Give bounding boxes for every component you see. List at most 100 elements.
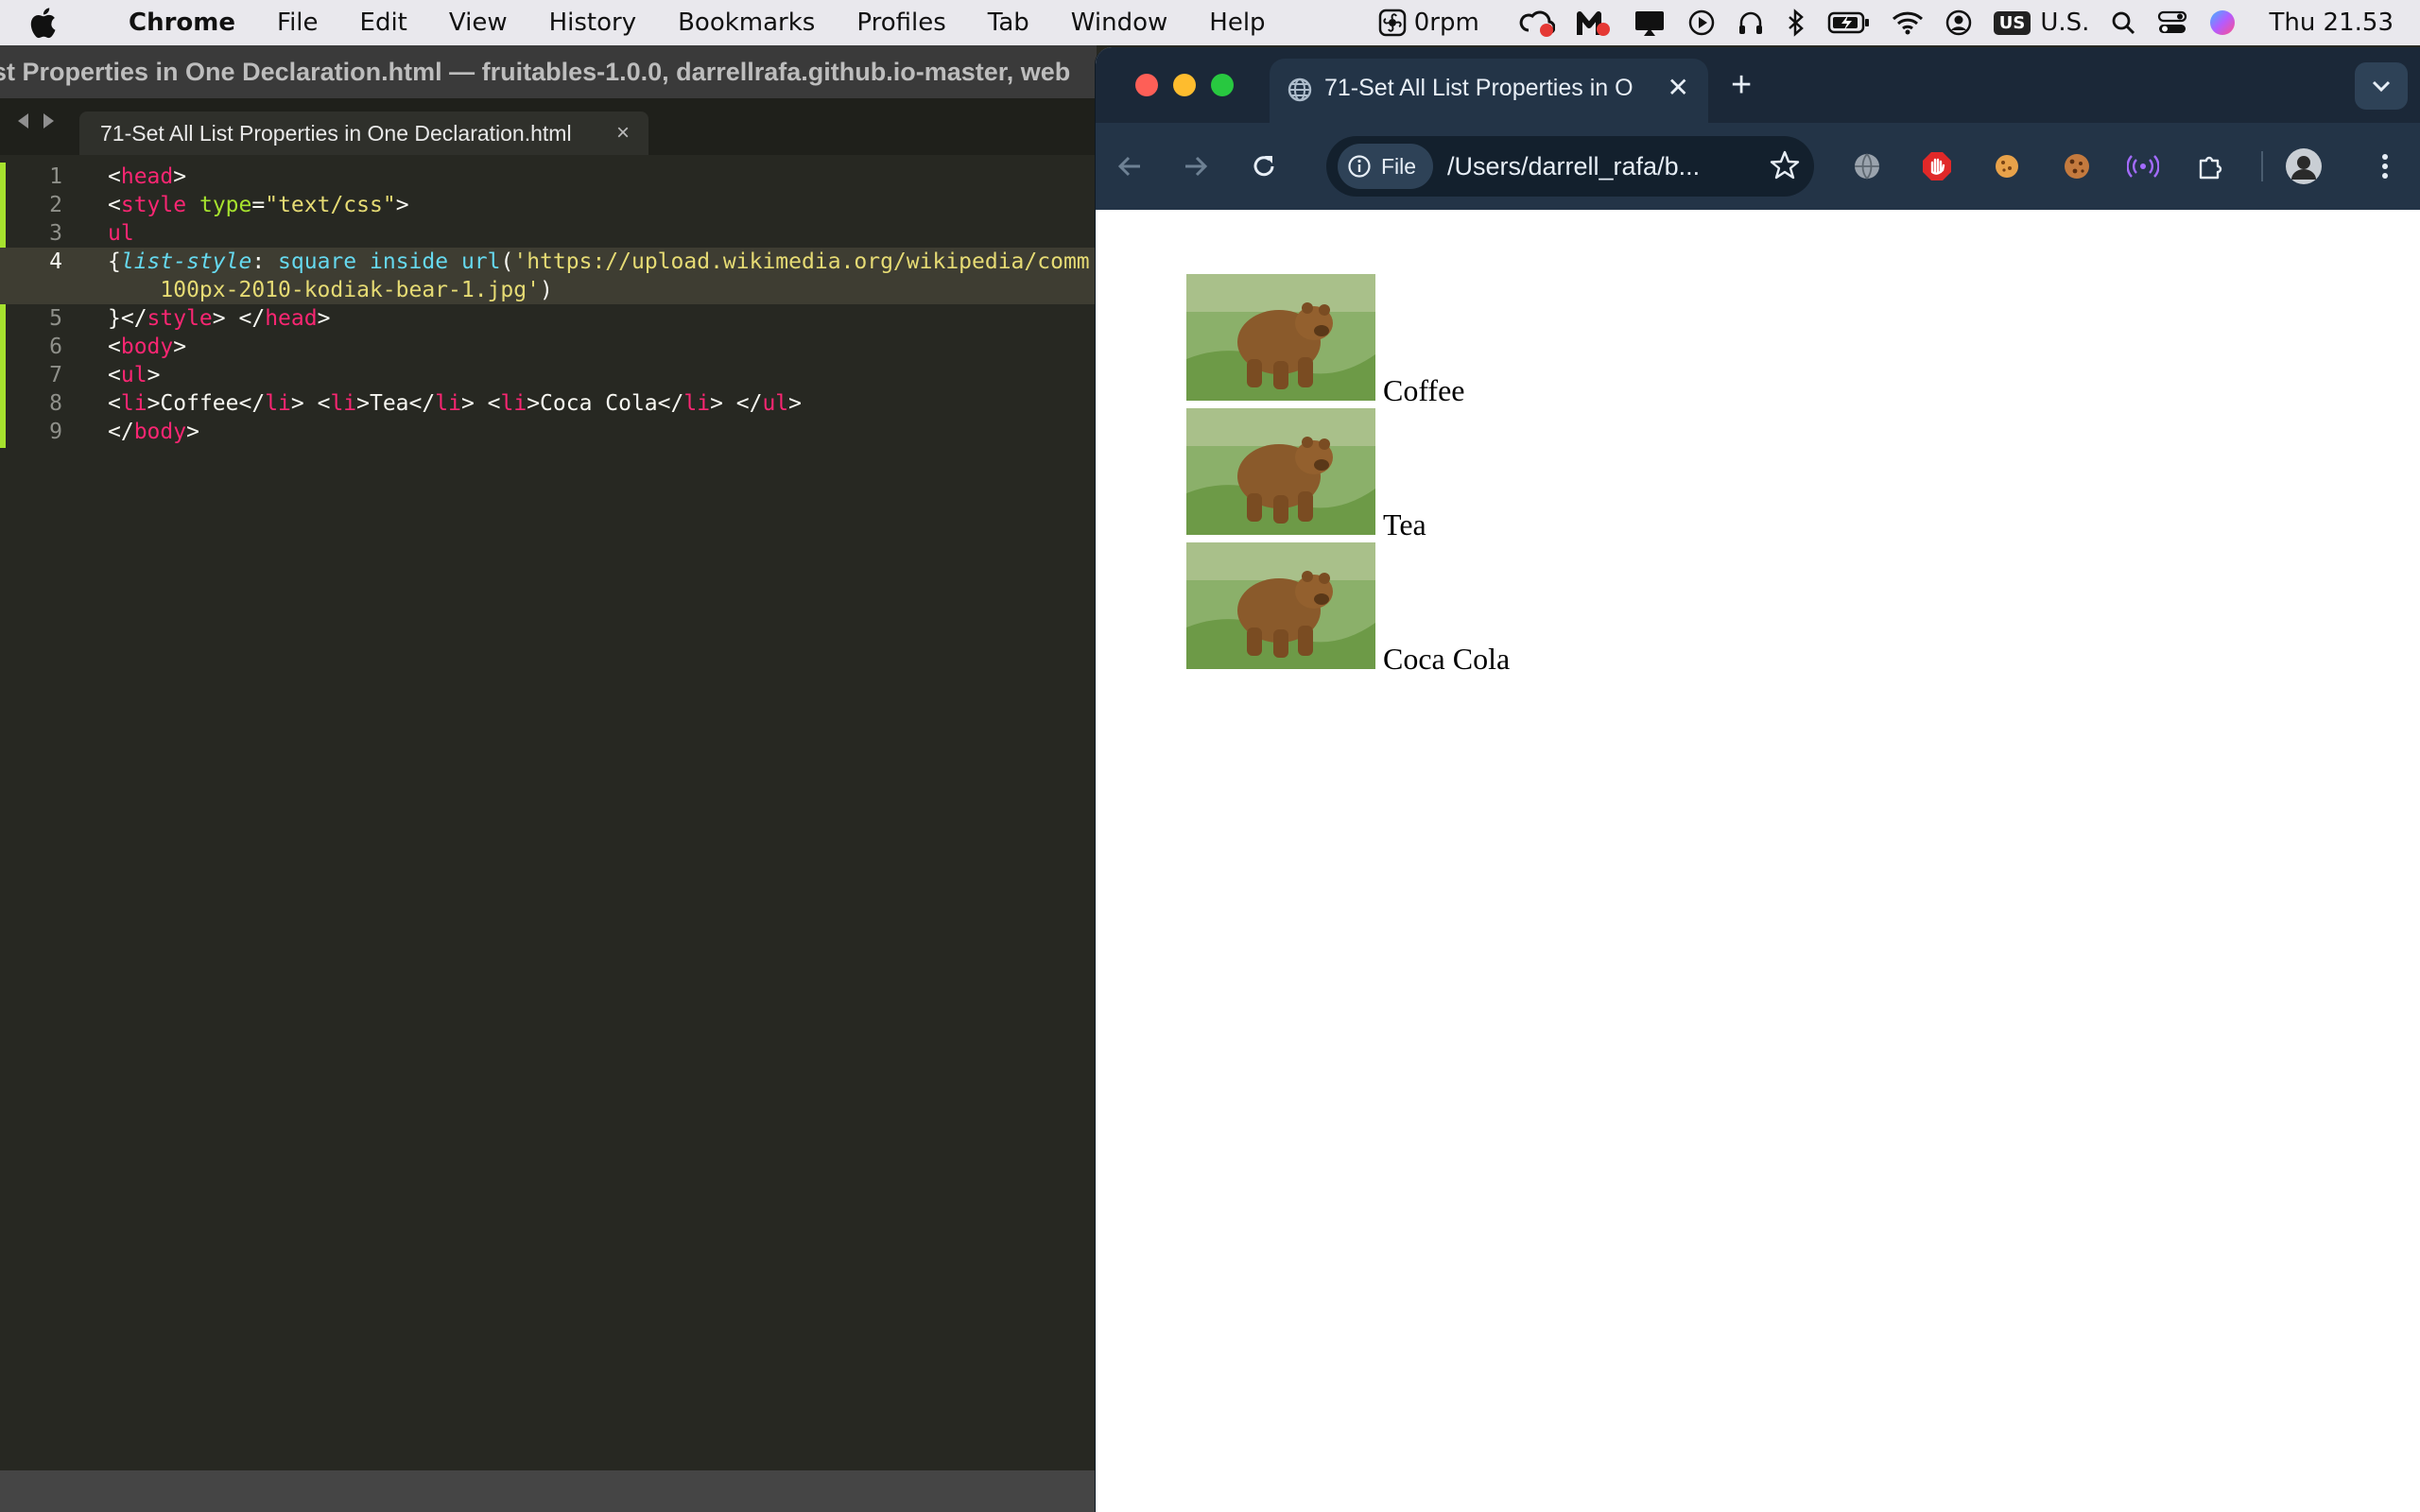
tab-prev-icon[interactable] [15, 112, 30, 130]
tab-search-button[interactable] [2355, 62, 2408, 110]
chevron-down-icon [2372, 80, 2391, 93]
fan-rpm: 0rpm [1413, 9, 1479, 37]
code-line-wrapped: 100px-2010-kodiak-bear-1.jpg') [0, 276, 1097, 304]
address-bar[interactable]: File /Users/darrell_rafa/b... [1326, 136, 1814, 197]
list-item-label: Tea [1383, 507, 1426, 541]
bear-image-bullet [1186, 274, 1375, 401]
code-editor-window: st Properties in One Declaration.html — … [0, 45, 1097, 1512]
siri-icon[interactable] [2208, 0, 2237, 45]
browser-window: 71-Set All List Properties in O ✕ + File… [1095, 47, 2420, 1512]
line-number: 3 [49, 221, 62, 246]
browser-tab[interactable]: 71-Set All List Properties in O ✕ [1270, 59, 1708, 123]
browser-menu-icon[interactable] [2368, 149, 2402, 183]
code-line-current: 4 {list-style: square inside url('https:/… [0, 248, 1097, 276]
code-line: 2 <style type="text/css"> [0, 191, 1097, 219]
cookie-editor-extension-icon[interactable] [2060, 149, 2094, 183]
menu-edit[interactable]: Edit [360, 9, 407, 37]
line-number: 1 [49, 164, 62, 189]
fan-icon [1378, 9, 1406, 37]
user-account-icon[interactable] [1945, 0, 1973, 45]
line-number: 7 [49, 363, 62, 387]
new-tab-button[interactable]: + [1731, 66, 1752, 104]
control-center-icon[interactable] [2157, 0, 2187, 45]
menu-history[interactable]: History [549, 9, 637, 37]
bear-image-bullet [1186, 408, 1375, 535]
url-text[interactable]: /Users/darrell_rafa/b... [1447, 136, 1750, 197]
code-line: 5}</style> </head> [0, 304, 1097, 333]
globe-icon [1288, 77, 1312, 102]
apple-icon[interactable] [28, 0, 74, 45]
editor-tab[interactable]: 71-Set All List Properties in One Declar… [79, 112, 648, 155]
line-number: 5 [49, 306, 62, 331]
close-tab-icon[interactable]: ✕ [1668, 59, 1689, 117]
code-line: 7 <ul> [0, 361, 1097, 389]
code-line: 1 <head> [0, 163, 1097, 191]
arrow-left-icon [1117, 156, 1140, 177]
close-window-button[interactable] [1135, 74, 1158, 96]
clock[interactable]: Thu 21.53 [2269, 0, 2394, 45]
reload-button[interactable] [1245, 147, 1283, 185]
list-item-label: Coffee [1383, 373, 1465, 407]
editor-tab-bar: 71-Set All List Properties in One Declar… [0, 98, 1097, 155]
menu-chrome[interactable]: Chrome [129, 9, 235, 37]
screen-share-icon[interactable] [1633, 0, 1667, 45]
list-item-label: Coca Cola [1383, 642, 1511, 676]
site-info-chip[interactable]: File [1338, 144, 1434, 189]
menu-tab[interactable]: Tab [988, 9, 1029, 37]
info-icon [1348, 155, 1371, 178]
menu-file[interactable]: File [277, 9, 319, 37]
code-line: 9 </body> [0, 418, 1097, 446]
extensions-puzzle-icon[interactable] [2194, 149, 2228, 183]
browser-tab-title: 71-Set All List Properties in O [1324, 75, 1634, 101]
line-number: 8 [49, 391, 62, 416]
mimestream-icon[interactable] [1576, 0, 1612, 45]
bookmark-star-icon[interactable] [1769, 149, 1801, 181]
keyboard-layout: U.S. [2040, 9, 2090, 37]
creative-cloud-icon[interactable] [1517, 0, 1555, 45]
battery-icon[interactable] [1827, 0, 1871, 45]
back-button[interactable] [1111, 147, 1149, 185]
line-number: 4 [49, 249, 62, 274]
spotlight-search-icon[interactable] [2110, 0, 2136, 45]
menu-view[interactable]: View [449, 9, 508, 37]
adblock-extension-icon[interactable] [1920, 149, 1954, 183]
play-icon[interactable] [1687, 0, 1716, 45]
editor-tab-label: 71-Set All List Properties in One Declar… [100, 121, 572, 146]
code-line: 6 <body> [0, 333, 1097, 361]
translate-extension-icon[interactable] [1850, 149, 1884, 183]
menu-help[interactable]: Help [1209, 9, 1265, 37]
tab-next-icon[interactable] [42, 112, 57, 130]
code-line: 3 ul [0, 219, 1097, 248]
keyboard-input[interactable]: US U.S. [1993, 0, 2090, 45]
line-number: 6 [49, 335, 62, 359]
wifi-icon[interactable] [1892, 0, 1924, 45]
menu-profiles[interactable]: Profiles [856, 9, 945, 37]
editor-window-title: st Properties in One Declaration.html — … [0, 58, 1071, 86]
reload-icon [1253, 156, 1274, 177]
site-info-label: File [1381, 153, 1417, 179]
menu-bar: Chrome File Edit View History Bookmarks … [0, 0, 2420, 45]
code-line: 8 <li>Coffee</li> <li>Tea</li> <li>Coca C… [0, 389, 1097, 418]
cookie-extension-icon[interactable] [1990, 149, 2024, 183]
code-area[interactable]: 1 <head> 2 <style type="text/css"> 3 ul 4 {l… [0, 163, 1097, 446]
menu-bookmarks[interactable]: Bookmarks [678, 9, 815, 37]
toolbar-divider [2261, 151, 2263, 181]
browser-toolbar: File /Users/darrell_rafa/b... [1096, 123, 2420, 210]
keyboard-badge: US [1993, 10, 2031, 35]
zoom-window-button[interactable] [1211, 74, 1234, 96]
fan-status[interactable]: 0rpm [1378, 0, 1479, 45]
broadcast-extension-icon[interactable] [2126, 149, 2160, 183]
bear-image-bullet [1186, 542, 1375, 669]
profile-avatar[interactable] [2285, 147, 2323, 185]
minimize-window-button[interactable] [1173, 74, 1196, 96]
line-number: 9 [49, 420, 62, 444]
line-number: 2 [49, 193, 62, 217]
headphones-icon[interactable] [1737, 0, 1765, 45]
editor-title-bar: st Properties in One Declaration.html — … [0, 45, 1097, 98]
bluetooth-icon[interactable] [1786, 0, 1806, 45]
web-page-content: Coffee Tea Coca Cola [1096, 210, 2420, 1512]
status-area: 0rpm US U.S. Thu 21.53 [1357, 0, 2420, 45]
close-tab-icon[interactable]: × [616, 112, 630, 155]
menu-window[interactable]: Window [1071, 9, 1168, 37]
forward-button[interactable] [1177, 147, 1215, 185]
